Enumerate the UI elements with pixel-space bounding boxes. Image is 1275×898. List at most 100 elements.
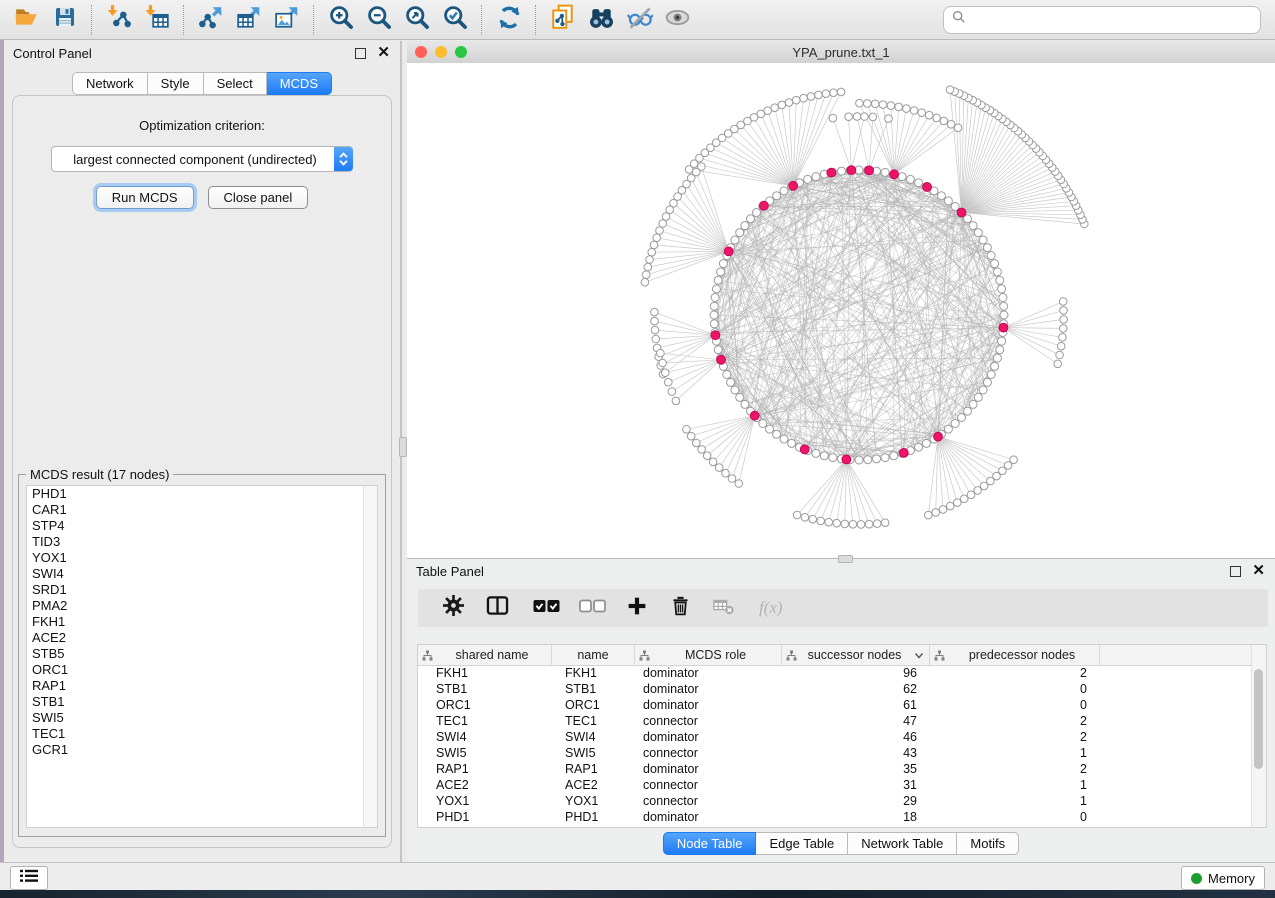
export-network-button[interactable]	[192, 4, 230, 36]
table-cell: connector	[635, 794, 782, 808]
column-header-name[interactable]: name	[552, 645, 635, 665]
zoom-selected-button[interactable]	[436, 4, 474, 36]
zoom-out-button[interactable]	[360, 4, 398, 36]
float-panel-icon[interactable]	[355, 48, 366, 59]
mcds-result-item[interactable]: ORC1	[27, 662, 377, 678]
unchecked-boxes-icon	[579, 599, 606, 618]
table-cell: 29	[782, 794, 930, 808]
column-layout-button[interactable]	[471, 593, 523, 623]
search-input[interactable]	[972, 11, 1252, 28]
mcds-result-item[interactable]: STB1	[27, 694, 377, 710]
toolbar-separator	[481, 5, 483, 35]
column-header-predecessor-nodes[interactable]: predecessor nodes	[930, 645, 1100, 665]
tab-mcds[interactable]: MCDS	[267, 72, 332, 95]
mcds-result-item[interactable]: STP4	[27, 518, 377, 534]
tab-select[interactable]: Select	[204, 72, 267, 95]
mcds-result-item[interactable]: STB5	[27, 646, 377, 662]
zoom-fit-button[interactable]	[398, 4, 436, 36]
table-row[interactable]: ORC1ORC1dominator610	[418, 697, 1252, 713]
vertical-splitter-handle[interactable]	[399, 437, 407, 457]
toolbar-separator	[91, 5, 93, 35]
close-panel-button[interactable]: Close panel	[208, 186, 309, 209]
table-row[interactable]: SWI5SWI5connector431	[418, 745, 1252, 761]
float-table-panel-icon[interactable]	[1230, 566, 1241, 577]
column-header-MCDS-role[interactable]: MCDS role	[635, 645, 782, 665]
mcds-result-item[interactable]: TID3	[27, 534, 377, 550]
table-row[interactable]: SWI4SWI4dominator462	[418, 729, 1252, 745]
column-header-shared-name[interactable]: shared name	[418, 645, 552, 665]
zoom-in-button[interactable]	[322, 4, 360, 36]
table-cell: SWI5	[418, 746, 552, 760]
memory-button[interactable]: Memory	[1181, 866, 1265, 890]
network-from-selection-button[interactable]	[544, 4, 582, 36]
mcds-result-item[interactable]: ACE2	[27, 630, 377, 646]
task-history-button[interactable]	[10, 866, 48, 890]
zoom-in-icon	[328, 4, 355, 36]
open-file-button[interactable]	[8, 4, 46, 36]
refresh-button[interactable]	[490, 4, 528, 36]
table-cell: dominator	[635, 810, 782, 824]
import-table-button[interactable]	[138, 4, 176, 36]
network-canvas[interactable]	[407, 63, 1275, 558]
table-cell: 0	[930, 810, 1100, 824]
column-header-successor-nodes[interactable]: successor nodes	[782, 645, 930, 665]
hide-selected-button[interactable]	[658, 4, 696, 36]
table-settings-button[interactable]	[435, 593, 471, 623]
table-row[interactable]: ACE2ACE2connector311	[418, 777, 1252, 793]
table-tab-motifs[interactable]: Motifs	[957, 832, 1019, 855]
tab-network[interactable]: Network	[72, 72, 148, 95]
export-image-button[interactable]	[268, 4, 306, 36]
save-session-button[interactable]	[46, 4, 84, 36]
table-cell: dominator	[635, 698, 782, 712]
deselect-all-columns-button[interactable]	[569, 593, 615, 623]
binoculars-icon	[588, 4, 615, 36]
first-neighbors-button[interactable]	[582, 4, 620, 36]
mcds-result-item[interactable]: RAP1	[27, 678, 377, 694]
run-mcds-button[interactable]: Run MCDS	[96, 186, 194, 209]
select-all-columns-button[interactable]	[523, 593, 569, 623]
mcds-result-item[interactable]: SRD1	[27, 582, 377, 598]
mcds-result-item[interactable]: TEC1	[27, 726, 377, 742]
table-cell: 1	[930, 746, 1100, 760]
graphics-details-button[interactable]	[620, 4, 658, 36]
mcds-result-item[interactable]: PHD1	[27, 486, 377, 502]
delete-column-button[interactable]	[659, 593, 701, 623]
table-row[interactable]: YOX1YOX1connector291	[418, 793, 1252, 809]
table-cell: PHD1	[552, 810, 635, 824]
result-list-scrollbar[interactable]	[363, 486, 377, 827]
optimization-select[interactable]: largest connected component (undirected)	[51, 146, 353, 172]
table-cell: RAP1	[552, 762, 635, 776]
table-cell: 18	[782, 810, 930, 824]
add-column-button[interactable]	[615, 593, 659, 623]
table-row[interactable]: RAP1RAP1dominator352	[418, 761, 1252, 777]
export-table-button[interactable]	[230, 4, 268, 36]
control-panel-header: Control Panel	[4, 41, 400, 65]
mcds-result-item[interactable]: YOX1	[27, 550, 377, 566]
table-cell: RAP1	[418, 762, 552, 776]
table-row[interactable]: TEC1TEC1connector472	[418, 713, 1252, 729]
tab-style[interactable]: Style	[148, 72, 204, 95]
import-network-button[interactable]	[100, 4, 138, 36]
mcds-result-item[interactable]: FKH1	[27, 614, 377, 630]
horizontal-splitter-handle[interactable]	[838, 555, 853, 563]
table-tab-edge-table[interactable]: Edge Table	[756, 832, 848, 855]
table-scrollbar-thumb[interactable]	[1254, 669, 1263, 769]
hierarchy-icon	[786, 650, 797, 661]
network-window-title: YPA_prune.txt_1	[407, 45, 1275, 60]
table-row[interactable]: STB1STB1dominator620	[418, 681, 1252, 697]
cytoscape-app: Control Panel NetworkStyleSelectMCDS Opt…	[0, 0, 1275, 898]
table-scrollbar[interactable]	[1251, 645, 1266, 827]
mcds-result-item[interactable]: PMA2	[27, 598, 377, 614]
table-tab-network-table[interactable]: Network Table	[848, 832, 957, 855]
table-row[interactable]: PHD1PHD1dominator180	[418, 809, 1252, 825]
mcds-result-item[interactable]: CAR1	[27, 502, 377, 518]
network-graph[interactable]	[407, 63, 1275, 558]
mcds-result-item[interactable]: SWI5	[27, 710, 377, 726]
close-panel-icon[interactable]	[377, 48, 390, 58]
table-row[interactable]: FKH1FKH1dominator962	[418, 665, 1252, 681]
table-tab-node-table[interactable]: Node Table	[663, 832, 757, 855]
mcds-result-item[interactable]: GCR1	[27, 742, 377, 758]
table-cell: 1	[930, 794, 1100, 808]
close-table-panel-icon[interactable]	[1252, 566, 1265, 576]
mcds-result-item[interactable]: SWI4	[27, 566, 377, 582]
